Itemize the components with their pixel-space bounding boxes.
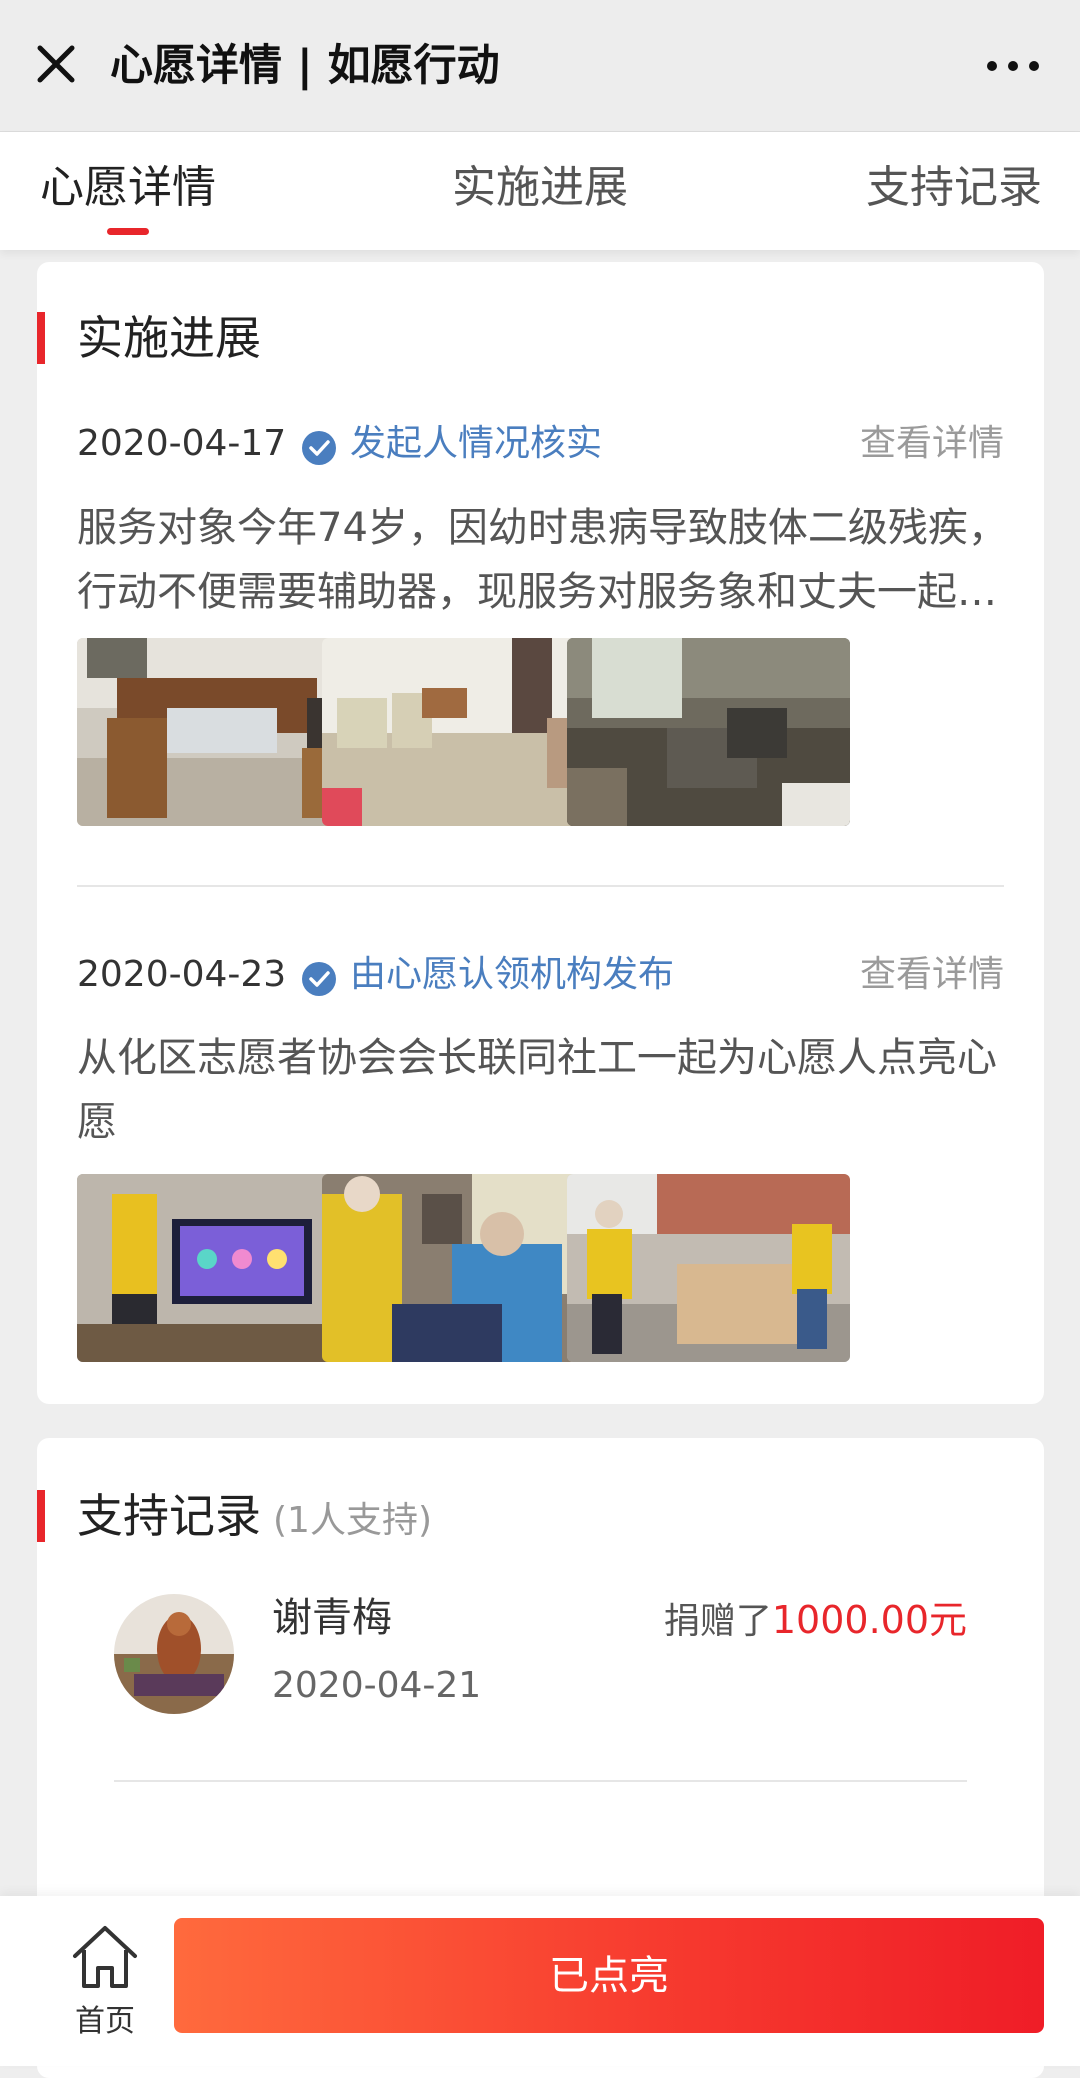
avatar[interactable] <box>114 1594 234 1714</box>
view-details-link[interactable]: 查看详情 <box>860 419 1004 469</box>
home-button[interactable]: 首页 <box>60 1918 150 2039</box>
home-icon <box>73 1926 137 1988</box>
verified-check-icon <box>301 430 337 466</box>
entry-tag: 由心愿认领机构发布 <box>350 954 675 995</box>
support-date: 2020-04-21 <box>272 1665 482 1706</box>
home-label: 首页 <box>75 2004 135 2039</box>
living-room-with-sofa-photo[interactable] <box>77 638 360 826</box>
progress-card: 实施进展 2020-04-17 发起人情况核实 查看详情 服务对象今年74岁，因… <box>37 262 1044 1404</box>
title-bar: 心愿详情 | 如愿行动 <box>0 0 1080 132</box>
volunteers-visiting-elderly-photo[interactable] <box>322 1174 605 1362</box>
more-dots-icon[interactable] <box>968 36 1058 96</box>
donation-amount: 1000.00元 <box>771 1598 967 1642</box>
supporter-count: (1人支持) <box>273 1500 432 1541</box>
tab-bar: 心愿详情 实施进展 支持记录 <box>0 132 1080 250</box>
donation-info: 捐赠了1000.00元 <box>664 1592 967 1650</box>
volunteer-installing-tv-photo[interactable] <box>77 1174 360 1362</box>
supporter-name: 谢青梅 <box>272 1595 392 1641</box>
bottom-bar: 首页 已点亮 <box>0 1896 1080 2066</box>
room-with-armchairs-photo[interactable] <box>322 638 605 826</box>
close-icon[interactable] <box>22 30 90 98</box>
donation-action: 捐赠了 <box>663 1601 772 1642</box>
entry-date: 2020-04-23 <box>77 954 287 995</box>
tab-wish-details[interactable]: 心愿详情 <box>40 158 216 218</box>
verified-check-icon <box>301 961 337 997</box>
tab-support-records[interactable]: 支持记录 <box>866 158 1042 218</box>
support-section-title: 支持记录 (1人支持) <box>77 1486 432 1551</box>
entry-date: 2020-04-17 <box>77 423 287 464</box>
support-title-text: 支持记录 <box>77 1489 261 1543</box>
old-kitchen-photo[interactable] <box>567 638 850 826</box>
section-accent-bar <box>37 312 45 364</box>
active-tab-indicator <box>107 228 149 235</box>
entry-tag: 发起人情况核实 <box>350 423 603 464</box>
entry-divider <box>77 885 1004 887</box>
lit-up-button[interactable]: 已点亮 <box>174 1918 1044 2033</box>
page-title: 心愿详情 | 如愿行动 <box>110 41 500 91</box>
tab-progress[interactable]: 实施进展 <box>452 158 628 218</box>
record-divider <box>114 1780 967 1782</box>
view-details-link[interactable]: 查看详情 <box>860 950 1004 1000</box>
section-accent-bar <box>37 1490 45 1542</box>
volunteers-carrying-tv-box-photo[interactable] <box>567 1174 850 1362</box>
entry-description: 服务对象今年74岁，因幼时患病导致肢体二级残疾，行动不便需要辅助器，现服务对服务… <box>77 505 1008 615</box>
progress-section-title: 实施进展 <box>77 311 261 365</box>
entry-description: 从化区志愿者协会会长联同社工一起为心愿人点亮心愿 <box>77 1035 997 1145</box>
